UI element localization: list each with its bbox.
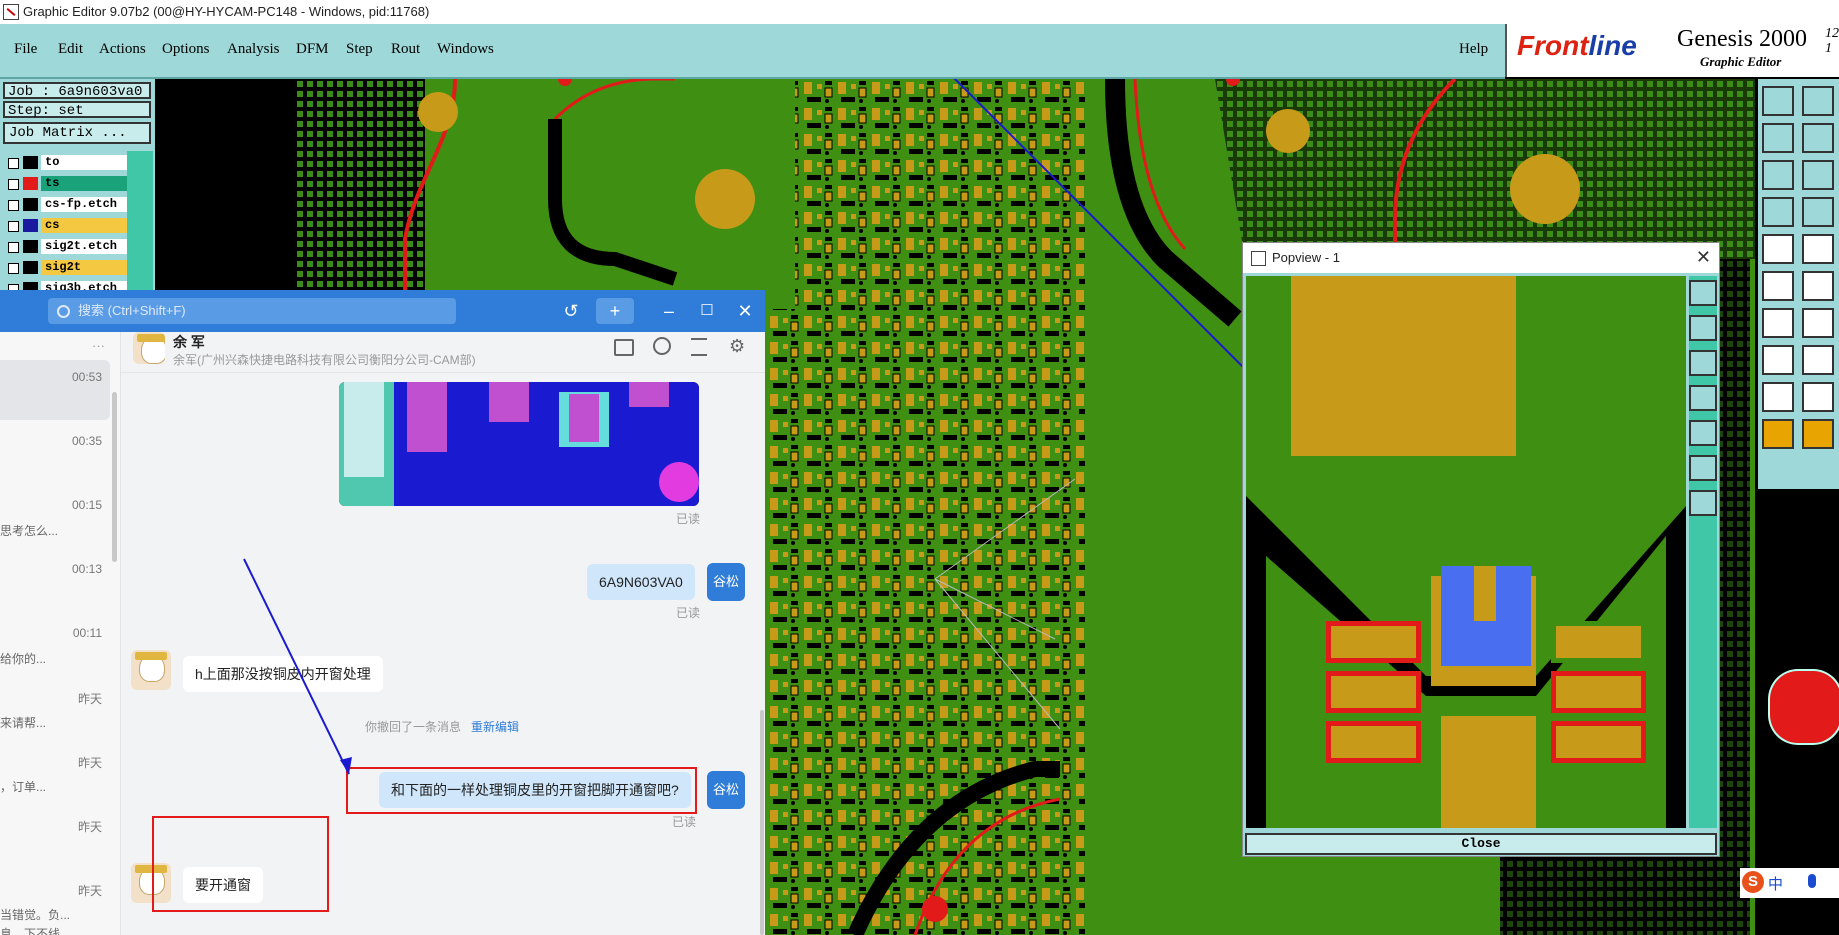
window-title-bar: Graphic Editor 9.07b2 (00@HY-HYCAM-PC148… [0, 0, 1839, 25]
job-matrix-button[interactable]: Job Matrix ... [3, 122, 151, 144]
layer-row[interactable]: cs-fp.etch [5, 197, 127, 212]
popview-zoom-icon[interactable] [1689, 280, 1717, 306]
layer-checkbox[interactable] [8, 221, 19, 232]
layer-color-swatch[interactable] [23, 156, 38, 169]
arc-icon[interactable] [1802, 308, 1834, 338]
menu-step[interactable]: Step [346, 41, 373, 58]
version-label: 12 1 [1825, 26, 1839, 56]
menu-bar: File Edit Actions Options Analysis DFM S… [0, 24, 1505, 79]
close-icon[interactable]: ✕ [1696, 247, 1711, 268]
menu-edit[interactable]: Edit [58, 41, 83, 58]
layer-name: to [41, 155, 127, 170]
product-name: Genesis 2000 [1677, 26, 1807, 52]
popview-fit-icon[interactable] [1689, 455, 1717, 481]
microphone-icon[interactable] [1808, 874, 1816, 888]
menu-help[interactable]: Help [1459, 41, 1488, 58]
zoom-fit-icon[interactable] [1762, 160, 1794, 190]
zoom-in-icon[interactable] [1802, 160, 1834, 190]
snap-icon[interactable] [1802, 197, 1834, 227]
layer-checkbox[interactable] [8, 200, 19, 211]
triangle-icon[interactable] [1762, 382, 1794, 412]
menu-dfm[interactable]: DFM [296, 41, 329, 58]
popview-right-icon[interactable] [1689, 420, 1717, 446]
popview-close-button[interactable]: Close [1245, 833, 1717, 855]
brand-banner: Frontline Genesis 2000 Graphic Editor 12… [1505, 24, 1839, 77]
menu-options[interactable]: Options [162, 41, 210, 58]
popview-down-icon[interactable] [1689, 350, 1717, 376]
layer-row[interactable]: cs [5, 218, 127, 233]
route-icon[interactable] [1802, 234, 1834, 264]
layer-row[interactable]: ts [5, 176, 127, 191]
layer-row[interactable]: sig2t.etch [5, 239, 127, 254]
pan-right-icon[interactable] [1802, 123, 1834, 153]
layer-color-swatch[interactable] [23, 198, 38, 211]
layer-row[interactable]: sig2t [5, 260, 127, 275]
layer-name: ts [41, 176, 127, 191]
ime-tray[interactable]: S 中 [1740, 868, 1839, 898]
layer-name: sig2t [41, 260, 127, 275]
board-thumbnail[interactable] [1768, 669, 1839, 745]
layer-checkbox[interactable] [8, 263, 19, 274]
popview-title: Popview - 1 [1272, 250, 1340, 265]
pan-left-icon[interactable] [1762, 123, 1794, 153]
popview-icon [1251, 251, 1266, 266]
job-name: Job : 6a9n603va0 [3, 82, 151, 100]
cross-icon[interactable] [1802, 271, 1834, 301]
popview-toolbar [1689, 276, 1717, 828]
rect-icon[interactable] [1762, 345, 1794, 375]
menu-actions[interactable]: Actions [99, 41, 146, 58]
delta-icon[interactable] [1802, 382, 1834, 412]
logo-suffix: line [1588, 30, 1637, 61]
app-icon [3, 4, 19, 20]
frontline-logo: Frontline [1517, 30, 1637, 62]
pointer-icon[interactable] [1762, 419, 1794, 449]
menu-analysis[interactable]: Analysis [227, 41, 280, 58]
select-icon[interactable] [1762, 234, 1794, 264]
product-subtitle: Graphic Editor [1700, 54, 1782, 69]
popview-title-bar: Popview - 1 ✕ [1243, 243, 1719, 273]
popview-canvas[interactable] [1246, 276, 1686, 828]
popview-expand-icon[interactable] [1689, 490, 1717, 516]
layer-row[interactable]: to [5, 155, 127, 170]
step-name: Step: set [3, 101, 151, 119]
layer-name: cs [41, 218, 127, 233]
layer-color-swatch[interactable] [23, 261, 38, 274]
line-icon[interactable] [1762, 308, 1794, 338]
pointer-select-icon[interactable] [1802, 419, 1834, 449]
popview-left-icon[interactable] [1689, 385, 1717, 411]
version-bottom: 1 [1825, 41, 1832, 56]
layer-checkbox[interactable] [8, 158, 19, 169]
chat-window: 搜索 (Ctrl+Shift+F) ↺ + – ☐ ✕ ··· 00:53 00:… [0, 290, 765, 935]
minus-icon[interactable] [1802, 345, 1834, 375]
layer-checkbox[interactable] [8, 242, 19, 253]
layer-name: cs-fp.etch [41, 197, 127, 212]
zoom-home-icon[interactable] [1802, 86, 1834, 116]
logo-prefix: Front [1517, 30, 1589, 61]
job-panel: Job : 6a9n603va0 Step: set Job Matrix ..… [0, 79, 155, 296]
menu-rout[interactable]: Rout [391, 41, 420, 58]
zoom-page-icon[interactable] [1762, 86, 1794, 116]
measure-icon[interactable] [1762, 197, 1794, 227]
sogou-icon[interactable]: S [1742, 871, 1764, 893]
annotation-arrow [243, 558, 352, 775]
version-top: 12 [1825, 26, 1839, 41]
layer-color-swatch[interactable] [23, 177, 38, 190]
ime-mode[interactable]: 中 [1768, 873, 1783, 894]
layer-name: sig2t.etch [41, 239, 127, 254]
menu-file[interactable]: File [14, 41, 37, 58]
right-toolbar [1758, 79, 1839, 489]
popview-up-icon[interactable] [1689, 315, 1717, 341]
layer-scrollbar[interactable] [127, 151, 153, 294]
menu-windows[interactable]: Windows [437, 41, 494, 58]
layer-checkbox[interactable] [8, 179, 19, 190]
layer-color-swatch[interactable] [23, 219, 38, 232]
window-title: Graphic Editor 9.07b2 (00@HY-HYCAM-PC148… [23, 4, 430, 19]
popview-window: Popview - 1 ✕ Close [1242, 242, 1720, 857]
layer-color-swatch[interactable] [23, 240, 38, 253]
connect-icon[interactable] [1762, 271, 1794, 301]
